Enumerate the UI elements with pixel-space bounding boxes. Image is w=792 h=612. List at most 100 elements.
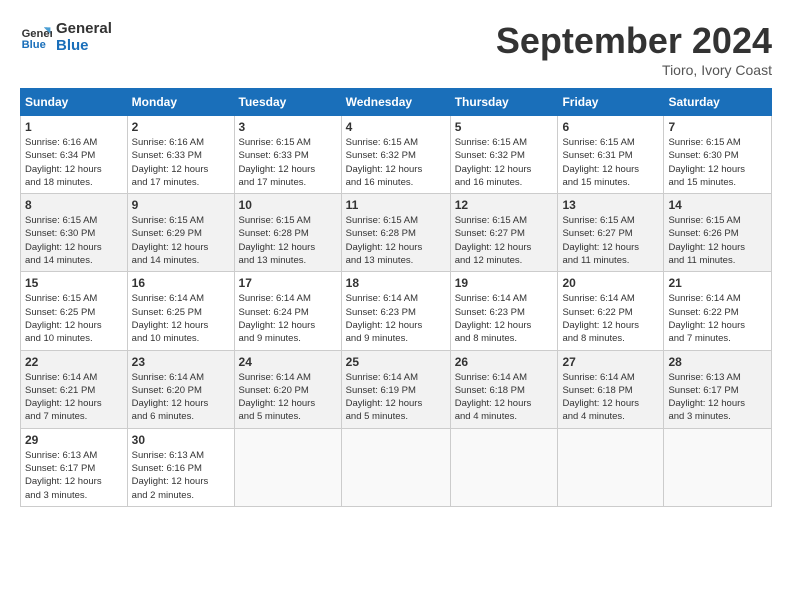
day-info: Sunrise: 6:14 AMSunset: 6:19 PMDaylight:… (346, 371, 446, 424)
day-info: Sunrise: 6:13 AMSunset: 6:16 PMDaylight:… (132, 449, 230, 502)
week-row-1: 1 Sunrise: 6:16 AMSunset: 6:34 PMDayligh… (21, 116, 772, 194)
calendar-cell: 13 Sunrise: 6:15 AMSunset: 6:27 PMDaylig… (558, 194, 664, 272)
day-number: 13 (562, 198, 659, 212)
day-info: Sunrise: 6:13 AMSunset: 6:17 PMDaylight:… (25, 449, 123, 502)
day-info: Sunrise: 6:16 AMSunset: 6:33 PMDaylight:… (132, 136, 230, 189)
calendar-cell (341, 428, 450, 506)
calendar-cell: 6 Sunrise: 6:15 AMSunset: 6:31 PMDayligh… (558, 116, 664, 194)
title-area: September 2024 Tioro, Ivory Coast (496, 20, 772, 78)
calendar-cell: 17 Sunrise: 6:14 AMSunset: 6:24 PMDaylig… (234, 272, 341, 350)
calendar-cell: 11 Sunrise: 6:15 AMSunset: 6:28 PMDaylig… (341, 194, 450, 272)
calendar-cell: 1 Sunrise: 6:16 AMSunset: 6:34 PMDayligh… (21, 116, 128, 194)
day-info: Sunrise: 6:15 AMSunset: 6:28 PMDaylight:… (346, 214, 446, 267)
col-header-wednesday: Wednesday (341, 89, 450, 116)
week-row-4: 22 Sunrise: 6:14 AMSunset: 6:21 PMDaylig… (21, 350, 772, 428)
calendar-cell: 15 Sunrise: 6:15 AMSunset: 6:25 PMDaylig… (21, 272, 128, 350)
day-info: Sunrise: 6:14 AMSunset: 6:24 PMDaylight:… (239, 292, 337, 345)
day-info: Sunrise: 6:14 AMSunset: 6:20 PMDaylight:… (239, 371, 337, 424)
calendar-cell: 5 Sunrise: 6:15 AMSunset: 6:32 PMDayligh… (450, 116, 558, 194)
day-number: 3 (239, 120, 337, 134)
calendar-cell: 23 Sunrise: 6:14 AMSunset: 6:20 PMDaylig… (127, 350, 234, 428)
col-header-friday: Friday (558, 89, 664, 116)
day-info: Sunrise: 6:14 AMSunset: 6:22 PMDaylight:… (668, 292, 767, 345)
calendar-cell: 21 Sunrise: 6:14 AMSunset: 6:22 PMDaylig… (664, 272, 772, 350)
day-number: 28 (668, 355, 767, 369)
month-title: September 2024 (496, 20, 772, 62)
calendar-cell: 4 Sunrise: 6:15 AMSunset: 6:32 PMDayligh… (341, 116, 450, 194)
logo-general: General (56, 20, 112, 37)
calendar-cell: 30 Sunrise: 6:13 AMSunset: 6:16 PMDaylig… (127, 428, 234, 506)
day-info: Sunrise: 6:15 AMSunset: 6:25 PMDaylight:… (25, 292, 123, 345)
calendar-cell: 10 Sunrise: 6:15 AMSunset: 6:28 PMDaylig… (234, 194, 341, 272)
week-row-3: 15 Sunrise: 6:15 AMSunset: 6:25 PMDaylig… (21, 272, 772, 350)
location: Tioro, Ivory Coast (496, 62, 772, 78)
day-number: 26 (455, 355, 554, 369)
calendar-cell (450, 428, 558, 506)
logo-icon: General Blue (20, 21, 52, 53)
day-info: Sunrise: 6:14 AMSunset: 6:18 PMDaylight:… (455, 371, 554, 424)
calendar-cell: 3 Sunrise: 6:15 AMSunset: 6:33 PMDayligh… (234, 116, 341, 194)
day-info: Sunrise: 6:14 AMSunset: 6:20 PMDaylight:… (132, 371, 230, 424)
calendar-cell: 12 Sunrise: 6:15 AMSunset: 6:27 PMDaylig… (450, 194, 558, 272)
day-info: Sunrise: 6:15 AMSunset: 6:32 PMDaylight:… (455, 136, 554, 189)
col-header-thursday: Thursday (450, 89, 558, 116)
col-header-monday: Monday (127, 89, 234, 116)
day-info: Sunrise: 6:14 AMSunset: 6:23 PMDaylight:… (455, 292, 554, 345)
day-number: 15 (25, 276, 123, 290)
calendar-cell: 16 Sunrise: 6:14 AMSunset: 6:25 PMDaylig… (127, 272, 234, 350)
logo: General Blue General Blue (20, 20, 112, 54)
week-row-2: 8 Sunrise: 6:15 AMSunset: 6:30 PMDayligh… (21, 194, 772, 272)
day-number: 24 (239, 355, 337, 369)
day-number: 10 (239, 198, 337, 212)
page-header: General Blue General Blue September 2024… (20, 20, 772, 78)
day-number: 22 (25, 355, 123, 369)
calendar-header-row: SundayMondayTuesdayWednesdayThursdayFrid… (21, 89, 772, 116)
day-info: Sunrise: 6:15 AMSunset: 6:30 PMDaylight:… (25, 214, 123, 267)
day-number: 27 (562, 355, 659, 369)
day-number: 21 (668, 276, 767, 290)
day-number: 16 (132, 276, 230, 290)
logo-blue: Blue (56, 37, 112, 54)
day-info: Sunrise: 6:15 AMSunset: 6:31 PMDaylight:… (562, 136, 659, 189)
calendar-cell (558, 428, 664, 506)
calendar-cell: 2 Sunrise: 6:16 AMSunset: 6:33 PMDayligh… (127, 116, 234, 194)
day-number: 6 (562, 120, 659, 134)
day-info: Sunrise: 6:15 AMSunset: 6:27 PMDaylight:… (562, 214, 659, 267)
calendar-cell: 29 Sunrise: 6:13 AMSunset: 6:17 PMDaylig… (21, 428, 128, 506)
day-info: Sunrise: 6:15 AMSunset: 6:28 PMDaylight:… (239, 214, 337, 267)
calendar-cell: 25 Sunrise: 6:14 AMSunset: 6:19 PMDaylig… (341, 350, 450, 428)
day-info: Sunrise: 6:15 AMSunset: 6:32 PMDaylight:… (346, 136, 446, 189)
calendar-cell (664, 428, 772, 506)
calendar-cell: 7 Sunrise: 6:15 AMSunset: 6:30 PMDayligh… (664, 116, 772, 194)
day-number: 11 (346, 198, 446, 212)
calendar-cell: 18 Sunrise: 6:14 AMSunset: 6:23 PMDaylig… (341, 272, 450, 350)
day-number: 8 (25, 198, 123, 212)
day-info: Sunrise: 6:14 AMSunset: 6:21 PMDaylight:… (25, 371, 123, 424)
calendar-cell: 9 Sunrise: 6:15 AMSunset: 6:29 PMDayligh… (127, 194, 234, 272)
day-info: Sunrise: 6:15 AMSunset: 6:30 PMDaylight:… (668, 136, 767, 189)
calendar-cell (234, 428, 341, 506)
col-header-saturday: Saturday (664, 89, 772, 116)
day-number: 5 (455, 120, 554, 134)
day-number: 4 (346, 120, 446, 134)
svg-text:Blue: Blue (22, 39, 46, 51)
day-number: 25 (346, 355, 446, 369)
day-info: Sunrise: 6:16 AMSunset: 6:34 PMDaylight:… (25, 136, 123, 189)
calendar-cell: 20 Sunrise: 6:14 AMSunset: 6:22 PMDaylig… (558, 272, 664, 350)
day-number: 19 (455, 276, 554, 290)
col-header-tuesday: Tuesday (234, 89, 341, 116)
calendar-cell: 24 Sunrise: 6:14 AMSunset: 6:20 PMDaylig… (234, 350, 341, 428)
day-number: 12 (455, 198, 554, 212)
calendar-cell: 14 Sunrise: 6:15 AMSunset: 6:26 PMDaylig… (664, 194, 772, 272)
day-info: Sunrise: 6:14 AMSunset: 6:18 PMDaylight:… (562, 371, 659, 424)
day-info: Sunrise: 6:15 AMSunset: 6:33 PMDaylight:… (239, 136, 337, 189)
day-number: 17 (239, 276, 337, 290)
calendar-cell: 28 Sunrise: 6:13 AMSunset: 6:17 PMDaylig… (664, 350, 772, 428)
calendar-cell: 27 Sunrise: 6:14 AMSunset: 6:18 PMDaylig… (558, 350, 664, 428)
day-number: 1 (25, 120, 123, 134)
day-number: 23 (132, 355, 230, 369)
calendar-table: SundayMondayTuesdayWednesdayThursdayFrid… (20, 88, 772, 507)
day-info: Sunrise: 6:15 AMSunset: 6:29 PMDaylight:… (132, 214, 230, 267)
day-number: 29 (25, 433, 123, 447)
col-header-sunday: Sunday (21, 89, 128, 116)
